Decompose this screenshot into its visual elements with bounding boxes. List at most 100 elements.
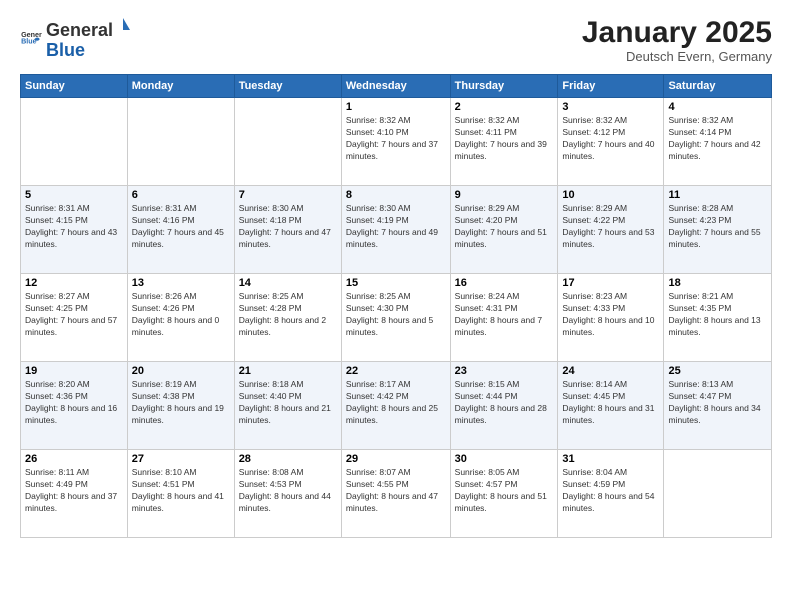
calendar-cell: 21 Sunrise: 8:18 AMSunset: 4:40 PMDayligh… (234, 362, 341, 450)
day-number: 21 (239, 365, 337, 377)
day-info: Sunrise: 8:19 AMSunset: 4:38 PMDaylight:… (132, 379, 230, 427)
day-info: Sunrise: 8:07 AMSunset: 4:55 PMDaylight:… (346, 467, 446, 515)
calendar-cell: 29Sunrise: 8:07 AMSunset: 4:55 PMDayligh… (341, 450, 450, 538)
subtitle: Deutsch Evern, Germany (582, 49, 772, 64)
calendar-week-row: 19 Sunrise: 8:20 AMSunset: 4:36 PMDayligh… (21, 362, 772, 450)
header: General Blue General Blue January 2025 D… (20, 16, 772, 64)
day-number: 18 (668, 277, 767, 289)
calendar-week-row: 1 Sunrise: 8:32 AMSunset: 4:10 PMDaylight… (21, 98, 772, 186)
day-number: 19 (25, 365, 123, 377)
calendar-cell: 9Sunrise: 8:29 AMSunset: 4:20 PMDaylight… (450, 186, 558, 274)
day-info: Sunrise: 8:20 AMSunset: 4:36 PMDaylight:… (25, 379, 123, 427)
calendar-cell: 12 Sunrise: 8:27 AMSunset: 4:25 PMDayligh… (21, 274, 128, 362)
logo: General Blue General Blue (20, 16, 133, 61)
day-info: Sunrise: 8:29 AMSunset: 4:22 PMDaylight:… (562, 203, 659, 251)
logo-general: General (46, 21, 113, 41)
calendar-cell: 26 Sunrise: 8:11 AMSunset: 4:49 PMDayligh… (21, 450, 128, 538)
day-info: Sunrise: 8:31 AMSunset: 4:16 PMDaylight:… (132, 203, 230, 251)
calendar-cell: 14 Sunrise: 8:25 AMSunset: 4:28 PMDayligh… (234, 274, 341, 362)
page: General Blue General Blue January 2025 D… (0, 0, 792, 612)
calendar-table: Sunday Monday Tuesday Wednesday Thursday… (20, 74, 772, 538)
header-tuesday: Tuesday (234, 75, 341, 98)
day-number: 31 (562, 453, 659, 465)
day-number: 26 (25, 453, 123, 465)
calendar-cell: 22Sunrise: 8:17 AMSunset: 4:42 PMDayligh… (341, 362, 450, 450)
title-block: January 2025 Deutsch Evern, Germany (582, 16, 772, 64)
calendar-cell (127, 98, 234, 186)
calendar-cell: 3Sunrise: 8:32 AMSunset: 4:12 PMDaylight… (558, 98, 664, 186)
day-info: Sunrise: 8:17 AMSunset: 4:42 PMDaylight:… (346, 379, 446, 427)
calendar-week-row: 26 Sunrise: 8:11 AMSunset: 4:49 PMDayligh… (21, 450, 772, 538)
day-info: Sunrise: 8:10 AMSunset: 4:51 PMDaylight:… (132, 467, 230, 515)
calendar-cell: 15 Sunrise: 8:25 AMSunset: 4:30 PMDayligh… (341, 274, 450, 362)
day-number: 15 (346, 277, 446, 289)
logo-blue: Blue (46, 41, 133, 61)
calendar-cell: 11 Sunrise: 8:28 AMSunset: 4:23 PMDayligh… (664, 186, 772, 274)
day-number: 10 (562, 189, 659, 201)
calendar-week-row: 5Sunrise: 8:31 AMSunset: 4:15 PMDaylight… (21, 186, 772, 274)
calendar-cell: 4 Sunrise: 8:32 AMSunset: 4:14 PMDaylight… (664, 98, 772, 186)
day-info: Sunrise: 8:26 AMSunset: 4:26 PMDaylight:… (132, 291, 230, 339)
day-info: Sunrise: 8:24 AMSunset: 4:31 PMDaylight:… (455, 291, 554, 339)
calendar-cell: 24Sunrise: 8:14 AMSunset: 4:45 PMDayligh… (558, 362, 664, 450)
day-number: 27 (132, 453, 230, 465)
header-sunday: Sunday (21, 75, 128, 98)
day-number: 1 (346, 101, 446, 113)
calendar-week-row: 12 Sunrise: 8:27 AMSunset: 4:25 PMDayligh… (21, 274, 772, 362)
calendar-cell: 6Sunrise: 8:31 AMSunset: 4:16 PMDaylight… (127, 186, 234, 274)
day-info: Sunrise: 8:18 AMSunset: 4:40 PMDaylight:… (239, 379, 337, 427)
calendar-cell: 17 Sunrise: 8:23 AMSunset: 4:33 PMDayligh… (558, 274, 664, 362)
header-wednesday: Wednesday (341, 75, 450, 98)
day-info: Sunrise: 8:30 AMSunset: 4:19 PMDaylight:… (346, 203, 446, 251)
calendar-header-row: Sunday Monday Tuesday Wednesday Thursday… (21, 75, 772, 98)
day-info: Sunrise: 8:25 AMSunset: 4:28 PMDaylight:… (239, 291, 337, 339)
day-info: Sunrise: 8:04 AMSunset: 4:59 PMDaylight:… (562, 467, 659, 515)
calendar-cell: 8 Sunrise: 8:30 AMSunset: 4:19 PMDaylight… (341, 186, 450, 274)
day-number: 20 (132, 365, 230, 377)
calendar-cell (664, 450, 772, 538)
day-info: Sunrise: 8:25 AMSunset: 4:30 PMDaylight:… (346, 291, 446, 339)
header-thursday: Thursday (450, 75, 558, 98)
day-info: Sunrise: 8:21 AMSunset: 4:35 PMDaylight:… (668, 291, 767, 339)
day-number: 30 (455, 453, 554, 465)
calendar-cell: 28Sunrise: 8:08 AMSunset: 4:53 PMDayligh… (234, 450, 341, 538)
header-monday: Monday (127, 75, 234, 98)
day-info: Sunrise: 8:30 AMSunset: 4:18 PMDaylight:… (239, 203, 337, 251)
day-info: Sunrise: 8:05 AMSunset: 4:57 PMDaylight:… (455, 467, 554, 515)
day-info: Sunrise: 8:28 AMSunset: 4:23 PMDaylight:… (668, 203, 767, 251)
day-info: Sunrise: 8:32 AMSunset: 4:14 PMDaylight:… (668, 115, 767, 163)
day-number: 17 (562, 277, 659, 289)
calendar-cell: 31 Sunrise: 8:04 AMSunset: 4:59 PMDayligh… (558, 450, 664, 538)
day-info: Sunrise: 8:15 AMSunset: 4:44 PMDaylight:… (455, 379, 554, 427)
day-info: Sunrise: 8:14 AMSunset: 4:45 PMDaylight:… (562, 379, 659, 427)
calendar-cell: 23Sunrise: 8:15 AMSunset: 4:44 PMDayligh… (450, 362, 558, 450)
calendar-cell: 5Sunrise: 8:31 AMSunset: 4:15 PMDaylight… (21, 186, 128, 274)
day-number: 12 (25, 277, 123, 289)
calendar-cell: 25Sunrise: 8:13 AMSunset: 4:47 PMDayligh… (664, 362, 772, 450)
day-number: 14 (239, 277, 337, 289)
calendar-cell: 16 Sunrise: 8:24 AMSunset: 4:31 PMDayligh… (450, 274, 558, 362)
logo-sail-icon (114, 16, 132, 36)
day-number: 5 (25, 189, 123, 201)
day-info: Sunrise: 8:32 AMSunset: 4:10 PMDaylight:… (346, 115, 446, 163)
day-info: Sunrise: 8:23 AMSunset: 4:33 PMDaylight:… (562, 291, 659, 339)
day-info: Sunrise: 8:32 AMSunset: 4:12 PMDaylight:… (562, 115, 659, 163)
calendar-cell: 19 Sunrise: 8:20 AMSunset: 4:36 PMDayligh… (21, 362, 128, 450)
day-number: 16 (455, 277, 554, 289)
calendar-cell: 10 Sunrise: 8:29 AMSunset: 4:22 PMDayligh… (558, 186, 664, 274)
day-info: Sunrise: 8:27 AMSunset: 4:25 PMDaylight:… (25, 291, 123, 339)
svg-text:Blue: Blue (21, 38, 37, 46)
day-number: 28 (239, 453, 337, 465)
calendar-cell: 13Sunrise: 8:26 AMSunset: 4:26 PMDayligh… (127, 274, 234, 362)
day-number: 7 (239, 189, 337, 201)
day-number: 11 (668, 189, 767, 201)
calendar-cell: 2 Sunrise: 8:32 AMSunset: 4:11 PMDaylight… (450, 98, 558, 186)
calendar-cell: 30 Sunrise: 8:05 AMSunset: 4:57 PMDayligh… (450, 450, 558, 538)
day-info: Sunrise: 8:32 AMSunset: 4:11 PMDaylight:… (455, 115, 554, 163)
calendar-cell: 20 Sunrise: 8:19 AMSunset: 4:38 PMDayligh… (127, 362, 234, 450)
day-number: 4 (668, 101, 767, 113)
day-info: Sunrise: 8:11 AMSunset: 4:49 PMDaylight:… (25, 467, 123, 515)
day-number: 2 (455, 101, 554, 113)
day-number: 8 (346, 189, 446, 201)
day-number: 9 (455, 189, 554, 201)
